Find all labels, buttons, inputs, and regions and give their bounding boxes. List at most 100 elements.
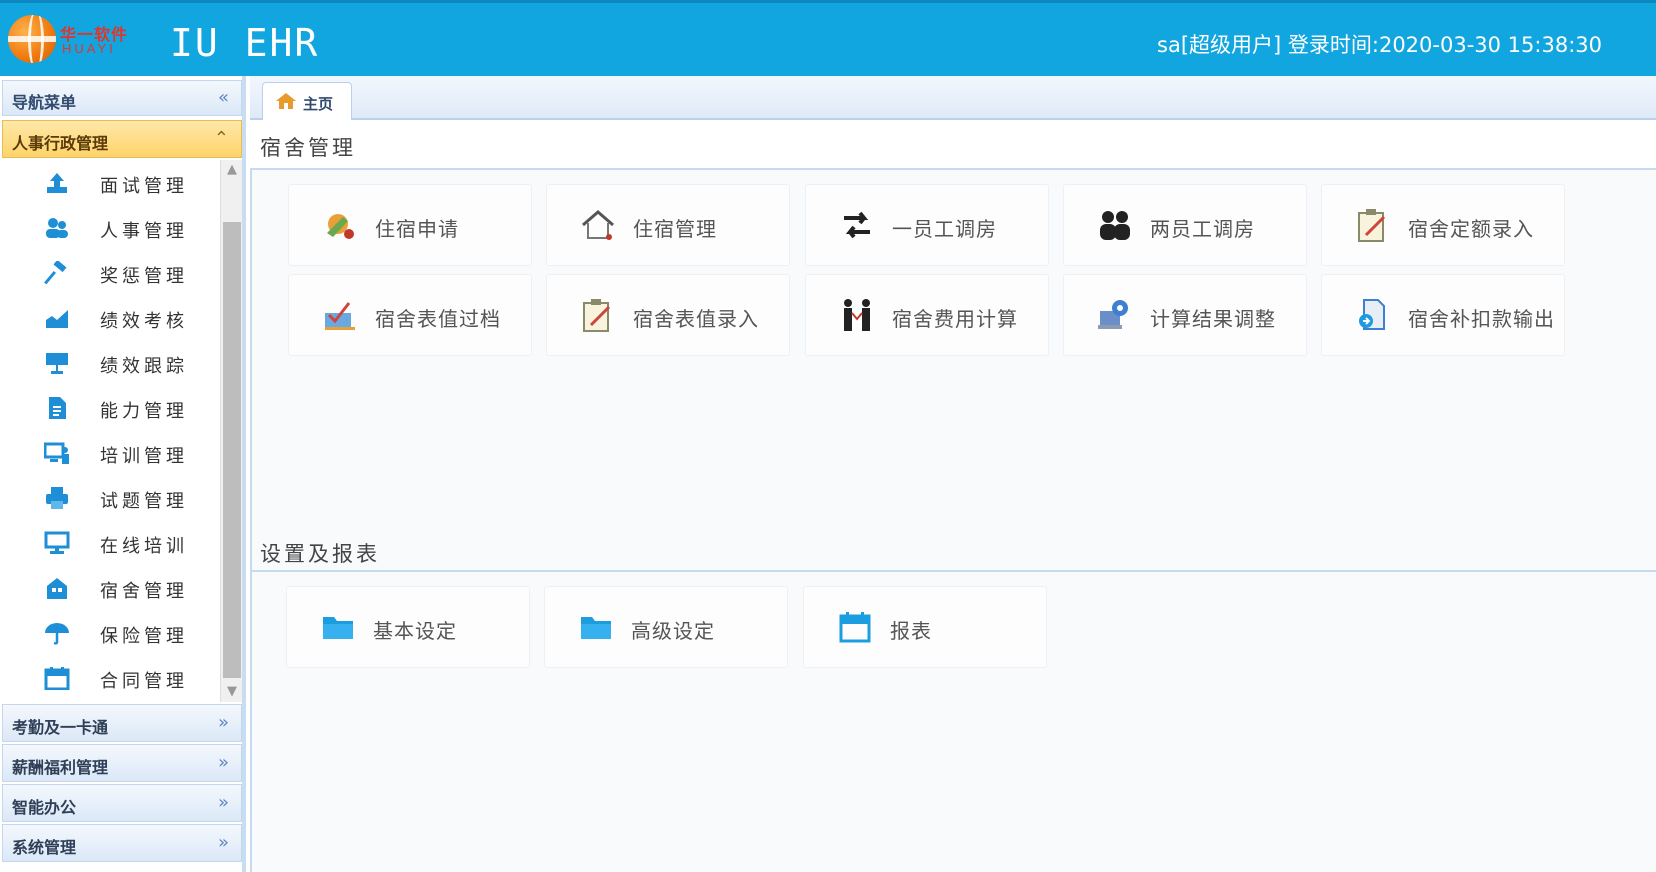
desktop-icon — [44, 531, 70, 554]
tile-label: 住宿申请 — [375, 217, 459, 241]
tile-dorm-fee-calc[interactable]: 宿舍费用计算 — [805, 274, 1049, 356]
sidebar-item-label: 合同管理 — [100, 671, 188, 692]
sidebar: 导航菜单 « 人事行政管理 ⌃ 面试管理 人事管理 奖惩管理 绩效考核 绩效跟踪… — [0, 76, 246, 872]
users-icon — [46, 218, 68, 238]
section-attendance[interactable]: 考勤及一卡通 » — [2, 704, 242, 742]
expand-down-icon: » — [217, 792, 229, 813]
calendar-icon — [839, 612, 871, 643]
export-icon — [1359, 299, 1385, 330]
sidebar-item-label: 培训管理 — [100, 446, 188, 467]
menu-scrollbar[interactable]: ▲ ▼ — [220, 160, 242, 702]
settings-section-title: 设置及报表 — [260, 542, 380, 566]
huayi-logo: 华一软件 HUAYI — [8, 15, 136, 65]
sidebar-item-label: 试题管理 — [100, 491, 188, 512]
calendar-icon — [44, 667, 70, 690]
scroll-down-arrow-icon[interactable]: ▼ — [221, 682, 243, 702]
tile-label: 宿舍补扣款输出 — [1408, 307, 1555, 331]
section-payroll[interactable]: 薪酬福利管理 » — [2, 744, 242, 782]
sidebar-item-insurance[interactable]: 保险管理 — [2, 610, 220, 655]
tile-label: 宿舍表值录入 — [633, 307, 759, 331]
tile-dorm-deduction-export[interactable]: 宿舍补扣款输出 — [1321, 274, 1565, 356]
dormitory-panel: 住宿申请 住宿管理 一员工调房 两员工调房 宿舍定额录入 宿舍表值过档 宿舍表值… — [250, 168, 1656, 634]
tile-label: 住宿管理 — [633, 217, 717, 241]
chart-icon — [46, 310, 68, 328]
folder-icon — [581, 617, 611, 639]
computer-settings-icon — [1098, 300, 1128, 329]
sidebar-item-rewards[interactable]: 奖惩管理 — [2, 250, 220, 295]
sidebar-item-contract[interactable]: 合同管理 — [2, 655, 220, 700]
tile-label: 基本设定 — [373, 619, 457, 643]
edit-note-icon — [583, 299, 611, 332]
nav-menu-title: 导航菜单 — [12, 93, 77, 112]
tile-label: 报表 — [890, 619, 932, 643]
umbrella-icon — [45, 623, 69, 645]
sidebar-item-personnel[interactable]: 人事管理 — [2, 205, 220, 250]
building-icon — [47, 578, 67, 599]
hammer-icon — [44, 261, 67, 285]
tile-calc-result-adjust[interactable]: 计算结果调整 — [1063, 274, 1307, 356]
hr-admin-menu-list: 面试管理 人事管理 奖惩管理 绩效考核 绩效跟踪 能力管理 培训管理 试题管理 … — [2, 160, 220, 702]
swap-icon — [844, 211, 870, 239]
expand-down-icon: » — [217, 832, 229, 853]
tile-basic-settings[interactable]: 基本设定 — [286, 586, 530, 668]
sidebar-item-label: 奖惩管理 — [100, 266, 188, 287]
tile-label: 两员工调房 — [1150, 217, 1255, 241]
sidebar-item-interview[interactable]: 面试管理 — [2, 160, 220, 205]
folder-icon — [323, 617, 353, 639]
section-hr-admin[interactable]: 人事行政管理 ⌃ — [2, 120, 242, 158]
tile-dorm-meter-archive[interactable]: 宿舍表值过档 — [288, 274, 532, 356]
tile-reports[interactable]: 报表 — [803, 586, 1047, 668]
tile-label: 高级设定 — [631, 619, 715, 643]
sidebar-item-online-training[interactable]: 在线培训 — [2, 520, 220, 565]
apply-icon — [327, 214, 354, 239]
tile-advanced-settings[interactable]: 高级设定 — [544, 586, 788, 668]
sidebar-item-label: 宿舍管理 — [100, 581, 188, 602]
tile-dorm-quota-entry[interactable]: 宿舍定额录入 — [1321, 184, 1565, 266]
tile-label: 宿舍表值过档 — [375, 307, 501, 331]
tab-bar: 主页 — [250, 76, 1656, 120]
tile-label: 计算结果调整 — [1150, 307, 1276, 331]
tile-one-employee-transfer[interactable]: 一员工调房 — [805, 184, 1049, 266]
user-login-info: sa[超级用户] 登录时间:2020-03-30 15:38:30 — [1157, 33, 1602, 57]
exchange-users-icon — [1100, 211, 1130, 240]
sidebar-item-competency[interactable]: 能力管理 — [2, 385, 220, 430]
scrollbar-thumb[interactable] — [223, 222, 241, 678]
sidebar-item-label: 能力管理 — [100, 401, 188, 422]
settings-panel: 基本设定 高级设定 报表 — [250, 570, 1656, 872]
sidebar-item-training[interactable]: 培训管理 — [2, 430, 220, 475]
scroll-up-arrow-icon[interactable]: ▲ — [221, 160, 243, 180]
tile-dorm-meter-entry[interactable]: 宿舍表值录入 — [546, 274, 790, 356]
tile-accommodation-apply[interactable]: 住宿申请 — [288, 184, 532, 266]
sidebar-item-performance-tracking[interactable]: 绩效跟踪 — [2, 340, 220, 385]
tile-label: 一员工调房 — [892, 217, 997, 241]
section-label: 智能办公 — [12, 798, 77, 817]
home-icon — [276, 93, 296, 109]
section-smart-office[interactable]: 智能办公 » — [2, 784, 242, 822]
document-icon — [49, 397, 66, 419]
tile-two-employees-transfer[interactable]: 两员工调房 — [1063, 184, 1307, 266]
globe-logo-icon — [8, 15, 56, 63]
sidebar-item-label: 绩效考核 — [100, 311, 188, 332]
sidebar-item-label: 在线培训 — [100, 536, 188, 557]
section-label: 薪酬福利管理 — [12, 758, 109, 777]
tile-accommodation-manage[interactable]: 住宿管理 — [546, 184, 790, 266]
sidebar-item-dormitory[interactable]: 宿舍管理 — [2, 565, 220, 610]
house-icon — [582, 210, 614, 240]
collapse-sidebar-icon[interactable]: « — [218, 89, 229, 107]
logo-english-text: HUAYI — [62, 41, 116, 56]
chevron-up-icon: ⌃ — [213, 128, 229, 149]
sidebar-item-label: 保险管理 — [100, 626, 188, 647]
edit-note-icon — [1358, 209, 1386, 242]
checklist-icon — [325, 302, 355, 330]
sidebar-item-label: 面试管理 — [100, 176, 188, 197]
app-title: IU EHR — [170, 21, 320, 65]
printer-icon — [46, 487, 68, 509]
sidebar-item-performance-review[interactable]: 绩效考核 — [2, 295, 220, 340]
section-label: 人事行政管理 — [12, 134, 109, 153]
sidebar-item-question-bank[interactable]: 试题管理 — [2, 475, 220, 520]
main-content: 主页 宿舍管理 住宿申请 住宿管理 一员工调房 两员工调房 宿舍定额录入 宿舍表… — [250, 76, 1656, 872]
section-system[interactable]: 系统管理 » — [2, 824, 242, 862]
tile-label: 宿舍费用计算 — [892, 307, 1018, 331]
dormitory-section-title: 宿舍管理 — [260, 136, 356, 160]
tab-home[interactable]: 主页 — [262, 82, 352, 120]
